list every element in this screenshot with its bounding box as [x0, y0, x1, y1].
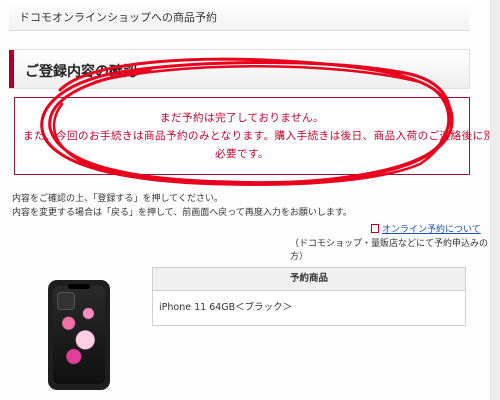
instruction-line-2: 内容を変更する場合は「戻る」を押して、前画面へ戻って再度入力をお願いします。 [12, 208, 352, 218]
notice-line-3: 必要です。 [215, 148, 269, 160]
instruction-line-1: 内容をご確認の上、「登録する」を押してください。 [12, 194, 223, 204]
online-reservation-link-label: オンライン予約について [382, 225, 481, 235]
scrollbar[interactable] [490, 0, 500, 400]
link-note: （ドコモショップ・量販店などにて予約申込みの方） [290, 239, 489, 262]
section-heading: ご登録内容の確認 [9, 49, 470, 89]
product-table: 予約商品 iPhone 11 64GB＜ブラック＞ [152, 267, 466, 326]
notice-line-1: まだ予約は完了しておりません。 [159, 112, 325, 124]
phone-notch [68, 284, 90, 289]
page-title: ドコモオンラインショップへの商品予約 [19, 11, 217, 24]
online-reservation-link[interactable]: オンライン予約について [371, 222, 481, 235]
section-heading-label: ご登録内容の確認 [25, 64, 137, 80]
notice-box: まだ予約は完了しておりません。 また、今回のお手続きは商品予約のみとなります。購… [14, 97, 500, 175]
product-table-header: 予約商品 [153, 268, 465, 291]
instructions: 内容をご確認の上、「登録する」を押してください。 内容を変更する場合は「戻る」を… [12, 192, 352, 220]
product-table-cell: iPhone 11 64GB＜ブラック＞ [153, 291, 465, 325]
notice-line-2: また、今回のお手続きは商品予約のみとなります。購入手続きは後日、商品入荷のご連絡… [23, 130, 500, 142]
page-header: ドコモオンラインショップへの商品予約 [9, 0, 469, 31]
camera-icon [57, 292, 75, 310]
heading-accent-bar [9, 50, 14, 88]
document-icon [371, 224, 379, 233]
product-phone-image [48, 280, 110, 390]
